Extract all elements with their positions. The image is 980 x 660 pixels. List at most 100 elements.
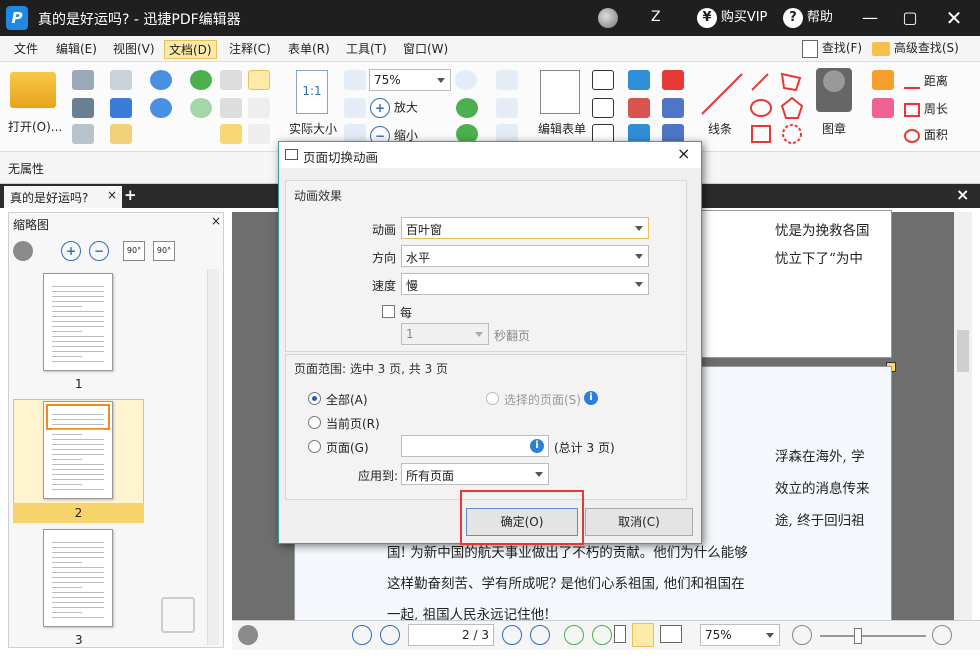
animation-select[interactable]: 百叶窗 <box>401 217 649 239</box>
two-page-view-icon[interactable] <box>660 625 682 643</box>
document-scrollbar[interactable] <box>954 212 972 622</box>
undo-icon[interactable] <box>150 70 172 90</box>
stamp-label[interactable]: 图章 <box>822 120 846 137</box>
vip-button[interactable]: ¥ 购买VIP <box>697 8 767 28</box>
page-number-field[interactable]: 2 / 3 <box>408 624 494 646</box>
panel-close-icon[interactable]: × <box>211 214 221 228</box>
thumb-zoom-in-icon[interactable]: + <box>61 241 81 261</box>
dialog-close-icon[interactable]: × <box>677 144 690 163</box>
rotate-left-icon[interactable] <box>456 98 478 118</box>
menu-form[interactable]: 表单(R) <box>284 40 334 59</box>
thumbnail-page-3[interactable] <box>43 529 113 627</box>
area-button[interactable]: 面积 <box>904 126 948 143</box>
next-page-icon[interactable] <box>502 625 522 645</box>
new-tab-icon[interactable]: + <box>124 186 137 204</box>
line-icon[interactable] <box>698 70 746 120</box>
selected-pages-radio[interactable] <box>486 392 499 405</box>
menu-file[interactable]: 文件 <box>10 40 42 59</box>
typewriter-icon[interactable] <box>628 70 650 90</box>
scan-icon[interactable] <box>110 98 132 118</box>
thumb-zoom-out-icon[interactable]: − <box>89 241 109 261</box>
menu-edit[interactable]: 编辑(E) <box>52 40 101 59</box>
attachment-icon[interactable] <box>662 98 684 118</box>
eraser-icon[interactable] <box>872 98 894 118</box>
fit-width-icon[interactable] <box>344 98 366 118</box>
selected-pages-info-icon[interactable]: i <box>584 391 598 405</box>
open-button-label[interactable]: 打开(O)... <box>8 118 62 135</box>
apply-to-select[interactable]: 所有页面 <box>401 463 549 485</box>
status-zoom-in-icon[interactable] <box>932 625 952 645</box>
redo-icon[interactable] <box>150 98 172 118</box>
rotate-ccw-icon[interactable]: 90° <box>123 241 145 261</box>
gear-icon[interactable] <box>13 241 33 261</box>
text-box-icon[interactable] <box>592 70 614 90</box>
page-tool-icon[interactable] <box>248 124 270 144</box>
maximize-button[interactable]: ▢ <box>890 0 930 36</box>
clipboard-icon[interactable] <box>248 98 270 118</box>
note-icon[interactable] <box>662 70 684 90</box>
status-zoom-select[interactable]: 75% <box>700 624 780 646</box>
open-folder-icon[interactable] <box>10 72 56 108</box>
history-back-icon[interactable] <box>564 625 584 645</box>
last-page-icon[interactable] <box>530 625 550 645</box>
zoom-in-button[interactable]: + 放大 <box>370 98 418 118</box>
close-button[interactable]: ✕ <box>934 0 974 36</box>
print-icon[interactable] <box>72 98 94 118</box>
pages-input[interactable] <box>401 435 549 457</box>
line-label[interactable]: 线条 <box>708 120 732 137</box>
zoom-search-icon[interactable] <box>455 70 477 90</box>
fit-page-icon[interactable] <box>344 70 366 90</box>
find-button[interactable]: 查找(F) <box>802 39 862 58</box>
stamp-icon[interactable] <box>816 68 852 112</box>
hand-tool-icon[interactable] <box>220 70 242 90</box>
save-icon[interactable] <box>72 70 94 90</box>
user-initial[interactable]: Z <box>651 9 661 25</box>
snapshot-icon[interactable] <box>248 70 270 90</box>
seconds-select[interactable]: 1 <box>401 323 489 345</box>
help-button[interactable]: ? 帮助 <box>783 8 833 28</box>
minimize-button[interactable]: — <box>850 0 890 36</box>
thumbnail-scrollbar[interactable] <box>207 269 219 645</box>
edit-form-icon[interactable] <box>540 70 580 114</box>
scrollbar-thumb[interactable] <box>957 330 969 372</box>
speed-select[interactable]: 慢 <box>401 273 649 295</box>
back-icon[interactable] <box>190 70 212 90</box>
comment-icon[interactable] <box>220 124 242 144</box>
thumbnail-page-2[interactable] <box>43 401 113 499</box>
single-page-view-icon[interactable] <box>614 625 626 643</box>
new-document-icon[interactable] <box>110 124 132 144</box>
crop-icon[interactable] <box>496 70 518 90</box>
all-pages-radio[interactable] <box>308 392 321 405</box>
thumbnail-page-1[interactable] <box>43 273 113 371</box>
every-checkbox[interactable] <box>382 305 395 318</box>
menu-tools[interactable]: 工具(T) <box>342 40 391 59</box>
pencil-icon[interactable] <box>872 70 894 90</box>
document-tab[interactable]: 真的是好运吗? × <box>4 186 122 208</box>
menu-comment[interactable]: 注释(C) <box>225 40 275 59</box>
pages-radio[interactable] <box>308 440 321 453</box>
distance-button[interactable]: 距离 <box>904 72 948 89</box>
advanced-find-button[interactable]: 高级查找(S) <box>872 39 959 56</box>
zoom-select[interactable]: 75% <box>369 69 451 91</box>
zoom-slider[interactable] <box>820 628 926 644</box>
actual-size-icon[interactable]: 1:1 <box>296 70 328 114</box>
email-icon[interactable] <box>110 70 132 90</box>
current-page-radio[interactable] <box>308 416 321 429</box>
shape-tools[interactable] <box>748 68 808 146</box>
menu-document[interactable]: 文档(D) <box>164 40 217 59</box>
text-field-icon[interactable] <box>496 98 518 118</box>
select-text-icon[interactable] <box>220 98 242 118</box>
forward-icon[interactable] <box>190 98 212 118</box>
first-page-icon[interactable] <box>352 625 372 645</box>
continuous-view-icon[interactable] <box>632 623 654 647</box>
status-gear-icon[interactable] <box>238 625 258 645</box>
direction-select[interactable]: 水平 <box>401 245 649 267</box>
history-forward-icon[interactable] <box>592 625 612 645</box>
edit-form-label[interactable]: 编辑表单 <box>538 120 586 137</box>
text-frame-icon[interactable] <box>592 98 614 118</box>
zoom-slider-thumb[interactable] <box>854 628 862 644</box>
perimeter-button[interactable]: 周长 <box>904 100 948 117</box>
rotate-cw-icon[interactable]: 90° <box>153 241 175 261</box>
menu-view[interactable]: 视图(V) <box>109 40 159 59</box>
status-zoom-out-icon[interactable] <box>792 625 812 645</box>
